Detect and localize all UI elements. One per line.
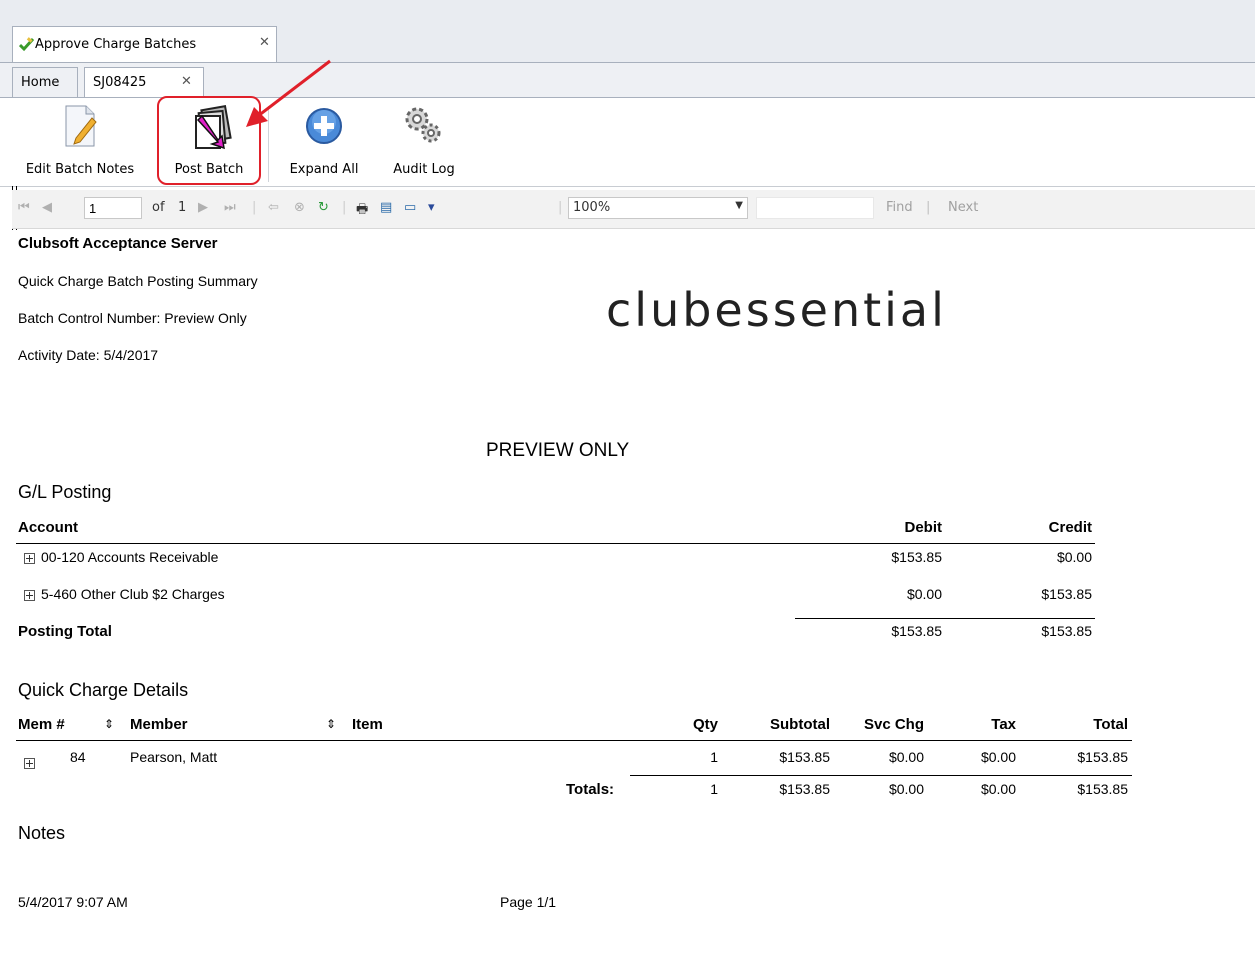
- activity-date: Activity Date: 5/4/2017: [18, 347, 159, 363]
- footer-page-number: Page 1/1: [500, 894, 557, 910]
- gl-row-account: 5-460 Other Club $2 Charges: [41, 586, 225, 602]
- tab-home[interactable]: Home: [12, 67, 78, 97]
- report-page: Clubsoft Acceptance Server Quick Charge …: [12, 230, 1255, 969]
- qc-totals-svc-chg: $0.00: [888, 781, 924, 797]
- gl-posting-heading: G/L Posting: [18, 482, 112, 502]
- chevron-down-icon: ▼: [735, 200, 743, 211]
- first-page-icon[interactable]: ⏮: [18, 200, 30, 215]
- qc-col-total: Total: [1093, 716, 1128, 733]
- batch-control-number: Batch Control Number: Preview Only: [18, 310, 247, 326]
- find-separator: |: [926, 200, 931, 215]
- stop-icon[interactable]: ⊗: [294, 200, 305, 215]
- gl-header-rule: [16, 543, 1095, 544]
- expand-row-icon[interactable]: [24, 758, 35, 770]
- zoom-value: 100%: [573, 200, 611, 215]
- tab-sj08425-label: SJ08425: [93, 75, 147, 90]
- gl-row-debit: $153.85: [891, 549, 942, 565]
- qc-col-subtotal: Subtotal: [770, 716, 830, 733]
- qc-col-item: Item: [352, 716, 383, 733]
- page-of-label: of: [152, 200, 165, 215]
- qc-totals-qty: 1: [710, 781, 718, 797]
- document-tab-strip: Approve Charge Batches ✕: [0, 0, 1255, 63]
- toolbar-separator: |: [342, 200, 347, 215]
- tab-sj08425[interactable]: SJ08425 ✕: [84, 67, 204, 97]
- posting-total-debit: $153.85: [891, 623, 942, 639]
- previous-page-icon[interactable]: ◀: [42, 200, 52, 215]
- gl-row-credit: $0.00: [1056, 549, 1092, 565]
- qc-header-rule: [16, 740, 1132, 741]
- sort-icon[interactable]: ⇕: [326, 717, 336, 731]
- toolbar-separator: |: [252, 200, 257, 215]
- total-pages-label: 1: [178, 200, 187, 215]
- export-icon[interactable]: ▾: [428, 200, 435, 215]
- print-icon[interactable]: 🖶: [356, 200, 368, 222]
- preview-only-label: PREVIEW ONLY: [486, 440, 630, 461]
- gl-row-account: 00-120 Accounts Receivable: [41, 549, 219, 565]
- record-tab-strip: Home SJ08425 ✕: [0, 63, 1255, 98]
- zoom-select[interactable]: 100% ▼: [568, 197, 748, 219]
- report-viewer-toolbar: ⏮ ◀ of 1 ▶ ⏭ | ⇦ ⊗ ↻ | 🖶 ▤ ▭ ▾ | 100% ▼ …: [12, 190, 1255, 229]
- qc-row-svc-chg: $0.00: [888, 749, 924, 765]
- server-title: Clubsoft Acceptance Server: [18, 235, 218, 252]
- next-link[interactable]: Next: [948, 200, 978, 215]
- qc-totals-subtotal: $153.85: [779, 781, 830, 797]
- checkmark-pencil-icon: [19, 37, 35, 52]
- gl-col-credit: Credit: [1048, 519, 1092, 536]
- toolbar-separator: |: [558, 200, 563, 215]
- posting-total-credit: $153.85: [1041, 623, 1092, 639]
- notes-heading: Notes: [18, 823, 66, 843]
- qc-totals-total: $153.85: [1077, 781, 1128, 797]
- qc-row-tax: $0.00: [980, 749, 1016, 765]
- qc-col-tax: Tax: [991, 716, 1016, 733]
- page-number-input[interactable]: [84, 197, 142, 219]
- back-icon[interactable]: ⇦: [268, 200, 279, 215]
- qc-col-member[interactable]: Member: [130, 716, 188, 733]
- page-setup-icon[interactable]: ▭: [404, 200, 416, 215]
- expand-row-icon[interactable]: [24, 552, 35, 564]
- sort-icon[interactable]: ⇕: [104, 717, 114, 731]
- qc-row-member: Pearson, Matt: [130, 749, 218, 765]
- posting-total-label: Posting Total: [18, 623, 112, 640]
- gl-col-account: Account: [18, 519, 78, 536]
- print-layout-icon[interactable]: ▤: [380, 200, 392, 215]
- audit-log-button[interactable]: Audit Log: [380, 98, 468, 186]
- quick-charge-details-heading: Quick Charge Details: [18, 680, 189, 700]
- edit-batch-notes-button[interactable]: Edit Batch Notes: [14, 98, 146, 186]
- tab-title: Approve Charge Batches: [35, 37, 197, 52]
- edit-batch-notes-label: Edit Batch Notes: [25, 162, 135, 177]
- refresh-icon[interactable]: ↻: [318, 200, 329, 215]
- tab-approve-charge-batches[interactable]: Approve Charge Batches ✕: [12, 26, 277, 62]
- audit-log-label: Audit Log: [393, 162, 455, 177]
- footer-timestamp: 5/4/2017 9:07 AM: [18, 894, 128, 910]
- red-arrow-annotation: [246, 59, 331, 127]
- expand-row-icon[interactable]: [24, 589, 35, 601]
- clubessential-logo: clubessential: [606, 283, 947, 337]
- qc-col-mem[interactable]: Mem #: [18, 716, 65, 733]
- qc-totals-rule: [630, 775, 1132, 776]
- qc-row-total: $153.85: [1077, 749, 1128, 765]
- gl-row-credit: $153.85: [1041, 586, 1092, 602]
- qc-row-subtotal: $153.85: [779, 749, 830, 765]
- close-tab-icon[interactable]: ✕: [259, 35, 270, 50]
- gl-total-rule: [795, 618, 1095, 619]
- last-page-icon[interactable]: ⏭: [224, 200, 236, 215]
- summary-title: Quick Charge Batch Posting Summary: [18, 273, 258, 289]
- gl-row-debit: $0.00: [906, 586, 942, 602]
- edit-notes-icon: [65, 105, 97, 147]
- expand-all-label: Expand All: [289, 162, 359, 177]
- find-link[interactable]: Find: [886, 200, 913, 215]
- find-input[interactable]: [756, 197, 874, 219]
- qc-totals-label: Totals:: [566, 781, 615, 798]
- gl-col-debit: Debit: [904, 519, 943, 536]
- qc-col-qty: Qty: [692, 716, 718, 733]
- qc-row-mem: 84: [70, 749, 86, 765]
- next-page-icon[interactable]: ▶: [198, 200, 208, 215]
- qc-col-svc-chg: Svc Chg: [863, 716, 924, 733]
- close-tab-icon[interactable]: ✕: [181, 74, 192, 89]
- qc-row-qty: 1: [710, 749, 718, 765]
- gears-icon: [405, 107, 441, 143]
- qc-totals-tax: $0.00: [980, 781, 1016, 797]
- tab-home-label: Home: [21, 75, 60, 90]
